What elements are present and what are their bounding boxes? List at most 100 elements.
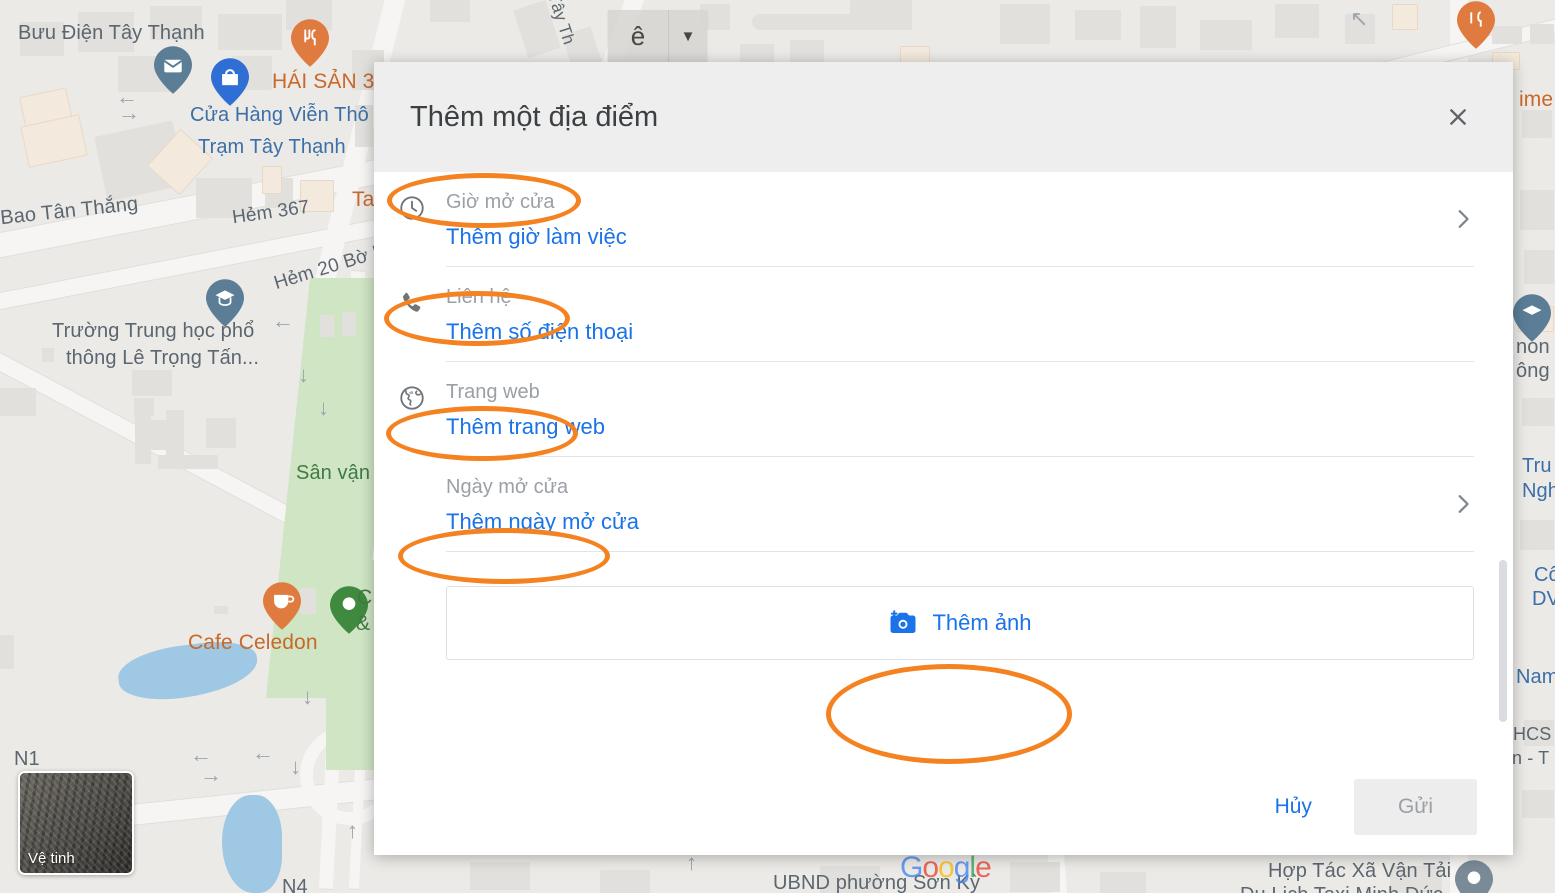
map-building (214, 606, 228, 614)
satellite-toggle[interactable]: Vệ tinh (18, 771, 134, 875)
map-pin-restaurant-right[interactable] (1457, 1, 1495, 49)
close-icon[interactable] (1436, 95, 1480, 139)
caret-down-icon[interactable]: ▼ (669, 10, 707, 62)
map-building (430, 0, 470, 22)
clock-icon (398, 194, 426, 222)
map-label: N1 (14, 748, 40, 771)
map-building (300, 588, 316, 614)
add-opening-hours-link[interactable]: Thêm giờ làm việc (446, 224, 627, 250)
map-label: HÁI SẢN 3 (272, 70, 374, 94)
map-arrow-icon: ↓ (290, 754, 301, 780)
map-arrow-icon: ↓ (298, 362, 309, 388)
dialog-footer: Hủy Gửi (374, 759, 1513, 855)
map-building (1492, 26, 1522, 44)
map-label: N4 (282, 876, 308, 893)
satellite-toggle-label: Vệ tinh (28, 850, 75, 867)
form-row-label: Ngày mở cửa (446, 475, 1474, 509)
map-arrow-icon: ↖ (1350, 6, 1368, 32)
page-title: Thêm một địa điểm (410, 101, 658, 134)
map-label: Cửa Hàng Viễn Thô (190, 104, 369, 127)
form-row-website[interactable]: Trang web Thêm trang web (446, 362, 1474, 457)
add-phone-link[interactable]: Thêm số điện thoại (446, 319, 633, 345)
map-pin-school-right[interactable] (1513, 294, 1551, 342)
ime-widget[interactable]: ê ▼ (608, 10, 707, 62)
submit-button[interactable]: Gửi (1354, 779, 1477, 835)
map-arrow-icon: ← (252, 740, 274, 766)
map-building (218, 14, 282, 50)
map-building (1520, 190, 1554, 230)
dialog-scroll-area: Giờ mở cửa Thêm giờ làm việc Liên hệ Thê… (374, 172, 1513, 759)
map-building (850, 0, 912, 30)
map-building (1100, 872, 1146, 893)
map-building (1530, 24, 1554, 44)
add-photo-button[interactable]: Thêm ảnh (446, 586, 1474, 660)
form-row-label: Trang web (446, 380, 1474, 414)
map-building (1140, 6, 1176, 48)
map-building (600, 870, 650, 893)
map-building (102, 136, 130, 158)
map-building (158, 455, 218, 469)
add-place-dialog: Thêm một địa điểm Giờ mở cửa Thêm giờ là… (374, 62, 1513, 855)
map-building (1075, 10, 1121, 40)
map-building (1522, 110, 1552, 138)
map-label: ông (1516, 360, 1550, 383)
map-label: Trạm Tây Thạnh (198, 136, 346, 159)
map-label: ime (1519, 88, 1553, 112)
map-label: C (357, 586, 372, 610)
map-building (262, 166, 282, 194)
map-label: Ta (352, 188, 374, 212)
map-arrow-icon: → (118, 100, 140, 126)
map-label: HCS (1513, 724, 1551, 745)
form-row-opening-hours[interactable]: Giờ mở cửa Thêm giờ làm việc (446, 172, 1474, 267)
map-label: Du Lịch Taxi Minh Đức (1240, 884, 1443, 893)
add-website-link[interactable]: Thêm trang web (446, 414, 605, 440)
map-pin-restaurant[interactable] (291, 19, 329, 67)
form-row-contact[interactable]: Liên hệ Thêm số điện thoại (446, 267, 1474, 362)
map-building (342, 312, 356, 336)
map-building (0, 388, 36, 416)
map-pin-post-office[interactable] (154, 46, 192, 94)
map-arrow-icon: ↑ (347, 818, 358, 844)
dialog-scrollbar[interactable] (1499, 560, 1507, 722)
map-building (1275, 4, 1319, 38)
map-arrow-icon: ↓ (302, 684, 313, 710)
form-row-label: Liên hệ (446, 285, 1474, 319)
globe-icon (398, 384, 426, 412)
cancel-button[interactable]: Hủy (1259, 785, 1328, 829)
map-label: Sân vận (296, 462, 370, 485)
map-pin-shop[interactable] (211, 58, 249, 106)
map-building (470, 862, 530, 890)
map-label: Tru (1522, 455, 1552, 478)
ime-char[interactable]: ê (608, 10, 668, 62)
map-arrow-icon: ↓ (318, 395, 329, 421)
dialog-body: Giờ mở cửa Thêm giờ làm việc Liên hệ Thê… (374, 172, 1513, 759)
add-opening-date-link[interactable]: Thêm ngày mở cửa (446, 509, 639, 535)
chevron-right-icon[interactable] (1450, 491, 1476, 517)
map-building (206, 418, 236, 448)
google-logo: Google (900, 851, 991, 885)
map-building (0, 635, 14, 669)
map-building (1522, 398, 1554, 426)
map-building (1392, 4, 1418, 30)
map-label: Ngh (1522, 480, 1555, 503)
chevron-right-icon[interactable] (1450, 206, 1476, 232)
map-arrow-icon: → (200, 762, 222, 788)
map-label: Hợp Tác Xã Vận Tải (1268, 860, 1451, 883)
map-pin-cafe[interactable] (263, 582, 301, 630)
map-label: DV (1532, 588, 1555, 611)
map-building (135, 404, 151, 464)
map-label: Bưu Điện Tây Thạnh (18, 22, 205, 45)
map-label: & (356, 612, 370, 636)
map-label: n - T (1512, 748, 1549, 769)
map-building (320, 315, 334, 337)
map-label: Cafe Celedon (188, 631, 318, 655)
map-building (1520, 520, 1554, 550)
map-building (1000, 4, 1050, 44)
map-building (752, 14, 862, 30)
add-photo-icon (888, 608, 918, 638)
map-pin-taxi[interactable] (1455, 860, 1493, 893)
add-photo-label: Thêm ảnh (932, 610, 1031, 636)
form-row-opening-date[interactable]: Ngày mở cửa Thêm ngày mở cửa (446, 457, 1474, 552)
map-label: Nam (1516, 666, 1555, 689)
form-row-label: Giờ mở cửa (446, 190, 1474, 224)
